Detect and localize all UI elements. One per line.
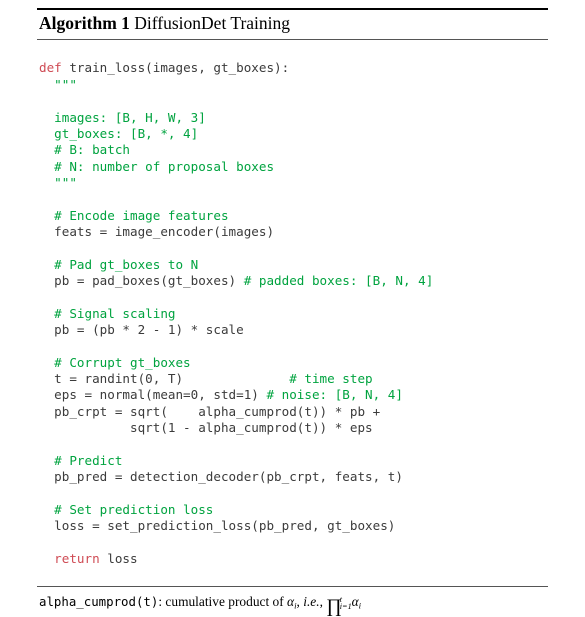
code-token-cd: loss = set_prediction_loss(pb_pred, gt_b… bbox=[39, 518, 396, 534]
code-token-cd: pb = (pb * 2 - 1) * scale bbox=[39, 321, 244, 337]
algorithm-box: Algorithm 1 DiffusionDet Training def tr… bbox=[37, 8, 548, 616]
code-line: t = randint(0, T) # time step bbox=[39, 371, 548, 387]
code-line: """ bbox=[39, 77, 548, 93]
code-line: sqrt(1 - alpha_cumprod(t)) * eps bbox=[39, 420, 548, 436]
footnote-text-before: : cumulative product of bbox=[158, 593, 288, 609]
code-line: eps = normal(mean=0, std=1) # noise: [B,… bbox=[39, 387, 548, 403]
code-line: pb = pad_boxes(gt_boxes) # padded boxes:… bbox=[39, 273, 548, 289]
algorithm-subject: DiffusionDet Training bbox=[134, 13, 291, 33]
code-token-cm: # B: batch bbox=[39, 142, 130, 158]
footnote-mono-term: alpha_cumprod(t) bbox=[39, 593, 159, 609]
code-token-cm: # Pad gt_boxes to N bbox=[39, 256, 199, 272]
footnote-ie: i.e. bbox=[303, 593, 320, 609]
code-token-cd bbox=[39, 551, 54, 566]
code-token-cd: pb_crpt = sqrt( alpha_cumprod(t)) * pb + bbox=[39, 403, 381, 419]
code-token-cm: """ bbox=[39, 76, 77, 92]
code-token-cd: loss bbox=[99, 550, 138, 566]
footnote-comma-1: , bbox=[296, 593, 304, 609]
code-line: gt_boxes: [B, *, 4] bbox=[39, 126, 548, 142]
code-line: # Signal scaling bbox=[39, 306, 548, 322]
code-line: loss = set_prediction_loss(pb_pred, gt_b… bbox=[39, 518, 548, 534]
code-token-cd: pb_pred = detection_decoder(pb_crpt, fea… bbox=[39, 469, 403, 485]
code-token-kw: def bbox=[39, 60, 62, 76]
code-line: # Encode image features bbox=[39, 208, 548, 224]
code-line: def train_loss(images, gt_boxes): bbox=[39, 60, 548, 76]
code-token-cm: # time step bbox=[289, 371, 373, 386]
footnote-product-operand-subscript: i bbox=[358, 600, 362, 611]
code-line: feats = image_encoder(images) bbox=[39, 224, 548, 240]
code-line: # Pad gt_boxes to N bbox=[39, 257, 548, 273]
code-token-cd: feats = image_encoder(images) bbox=[39, 223, 275, 239]
footnote-product-operand: α bbox=[351, 593, 359, 609]
code-token-cd: train_loss(images, gt_boxes): bbox=[61, 60, 290, 76]
code-token-cm: # Signal scaling bbox=[39, 305, 176, 321]
algorithm-header-rule bbox=[37, 38, 548, 40]
code-line: return loss bbox=[39, 551, 548, 567]
code-token-cm: """ bbox=[39, 174, 77, 190]
code-token-cm: images: [B, H, W, 3] bbox=[39, 109, 206, 125]
algorithm-title: Algorithm 1 DiffusionDet Training bbox=[37, 10, 548, 39]
code-line: images: [B, H, W, 3] bbox=[39, 110, 548, 126]
code-token-cd: eps = normal(mean=0, std=1) bbox=[39, 387, 267, 403]
code-token-cm: gt_boxes: [B, *, 4] bbox=[39, 125, 199, 141]
code-token-kw: return bbox=[54, 550, 100, 566]
code-line: # B: batch bbox=[39, 142, 548, 158]
footnote-comma-2: , bbox=[319, 593, 327, 609]
algorithm-label: Algorithm 1 bbox=[39, 13, 130, 33]
code-token-cm: # Corrupt gt_boxes bbox=[39, 354, 191, 370]
code-token-cm: # Set prediction loss bbox=[39, 501, 214, 517]
algorithm-code: def train_loss(images, gt_boxes): """ im… bbox=[37, 52, 548, 573]
product-operator: ∏ t i=1 bbox=[326, 595, 351, 616]
code-token-cd: pb = pad_boxes(gt_boxes) bbox=[39, 272, 244, 288]
algorithm-footnote: alpha_cumprod(t): cumulative product of … bbox=[37, 587, 548, 616]
footnote-alpha-symbol: α bbox=[287, 593, 295, 609]
code-token-cm: # padded boxes: [B, N, 4] bbox=[243, 272, 434, 288]
code-line: # Predict bbox=[39, 453, 548, 469]
code-token-cm: # noise: [B, N, 4] bbox=[266, 387, 403, 403]
product-lower-limit: i=1 bbox=[339, 602, 352, 612]
code-token-cm: # Predict bbox=[39, 452, 123, 468]
code-token-cd: sqrt(1 - alpha_cumprod(t)) * eps bbox=[39, 420, 373, 436]
code-line: # Corrupt gt_boxes bbox=[39, 355, 548, 371]
code-token-cm: # Encode image features bbox=[39, 207, 229, 223]
code-line: # N: number of proposal boxes bbox=[39, 159, 548, 175]
code-line: # Set prediction loss bbox=[39, 502, 548, 518]
code-line: pb = (pb * 2 - 1) * scale bbox=[39, 322, 548, 338]
code-line: pb_crpt = sqrt( alpha_cumprod(t)) * pb + bbox=[39, 404, 548, 420]
code-token-cd: t = randint(0, T) bbox=[39, 371, 290, 386]
code-line: pb_pred = detection_decoder(pb_crpt, fea… bbox=[39, 469, 548, 485]
code-line: """ bbox=[39, 175, 548, 191]
code-token-cm: # N: number of proposal boxes bbox=[39, 158, 275, 174]
